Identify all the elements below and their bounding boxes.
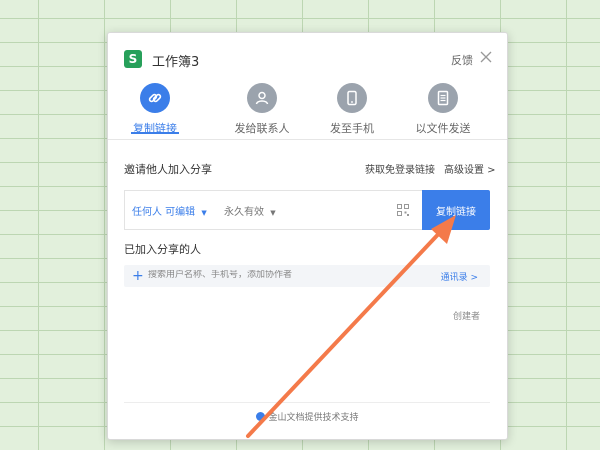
permission-dropdown[interactable]: 任何人 可编辑 ▼	[132, 203, 207, 218]
invite-heading: 邀请他人加入分享	[124, 163, 212, 176]
tab-copy-link[interactable]: 复制链接	[112, 83, 198, 136]
dialog-header: S 工作簿3 反馈	[108, 33, 507, 83]
tab-label: 以文件发送	[415, 122, 471, 135]
document-title: 工作簿3	[152, 55, 200, 70]
advanced-settings-link[interactable]: 高级设置 >	[444, 161, 496, 176]
tab-send-contact[interactable]: 发给联系人	[219, 83, 305, 136]
footer: 金山文档提供技术支持	[108, 410, 507, 423]
permission-value: 任何人 可编辑	[132, 207, 196, 218]
file-icon	[428, 83, 458, 113]
feedback-link[interactable]: 反馈	[451, 52, 473, 68]
link-icon	[140, 83, 170, 113]
share-tabs: 复制链接 发给联系人 发至手机 以文件发送	[108, 83, 507, 139]
app-logo: S	[124, 50, 142, 68]
free-login-link[interactable]: 获取免登录链接	[365, 161, 435, 176]
copy-link-button[interactable]: 复制链接	[422, 190, 490, 230]
collaborator-search-input[interactable]	[148, 270, 348, 280]
close-icon[interactable]	[479, 50, 493, 64]
divider	[108, 139, 507, 140]
person-icon	[247, 83, 277, 113]
tab-label: 发给联系人	[234, 122, 290, 135]
contacts-link[interactable]: 通讯录 >	[441, 270, 478, 283]
tab-send-phone[interactable]: 发至手机	[309, 83, 395, 136]
phone-icon	[337, 83, 367, 113]
tab-send-file[interactable]: 以文件发送	[400, 83, 486, 136]
plus-icon[interactable]: +	[132, 267, 144, 285]
tab-label: 发至手机	[330, 122, 374, 135]
kingsoft-docs-logo-icon	[256, 412, 266, 421]
expiry-value: 永久有效	[224, 207, 264, 218]
joined-people-heading: 已加入分享的人	[124, 243, 201, 256]
caret-down-icon: ▼	[201, 209, 207, 217]
footer-text: 金山文档提供技术支持	[268, 413, 359, 423]
creator-badge: 创建者	[453, 312, 481, 322]
add-collaborator-row: + 通讯录 >	[124, 265, 490, 287]
link-settings-box: 任何人 可编辑 ▼ 永久有效 ▼	[124, 190, 423, 230]
caret-down-icon: ▼	[270, 209, 276, 217]
footer-divider	[124, 402, 490, 403]
expiry-dropdown[interactable]: 永久有效 ▼	[224, 203, 276, 218]
active-tab-indicator	[131, 132, 179, 134]
qr-code-icon[interactable]	[397, 204, 409, 216]
share-dialog: S 工作簿3 反馈 复制链接 发给联系人 发至手机 以文件发送 邀请他人加入分享…	[107, 32, 508, 440]
